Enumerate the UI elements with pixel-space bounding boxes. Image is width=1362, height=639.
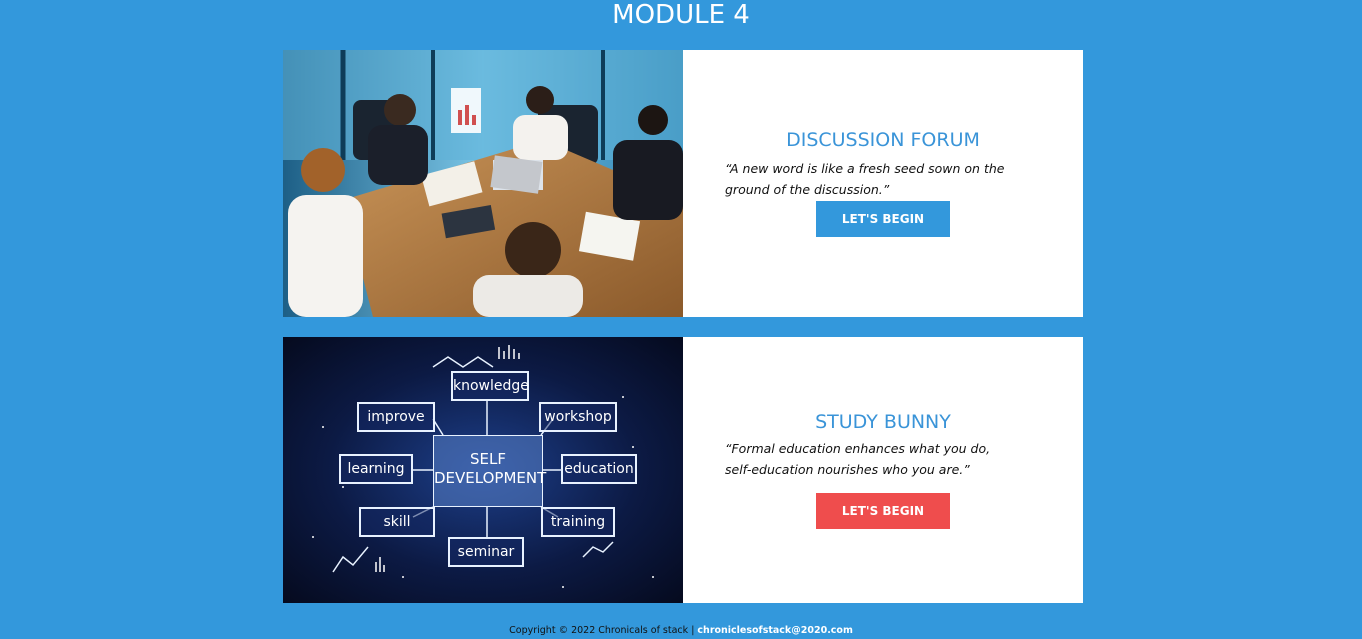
meeting-photo [283,50,683,317]
module-card-discussion-forum: DISCUSSION FORUM “A new word is like a f… [283,50,1083,317]
footer-separator: | [691,625,695,636]
lets-begin-button[interactable]: LET'S BEGIN [816,201,950,237]
diagram-node-learning: learning [339,454,413,484]
diagram-node-improve: improve [357,402,435,432]
footer: Copyright © 2022 Chronicals of stack | c… [0,625,1362,636]
card-quote: “A new word is like a fresh seed sown on… [725,161,1005,197]
diagram-center-self-development: SELF DEVELOPMENT [433,435,546,507]
card-quote: “Formal education enhances what you do, … [725,441,991,477]
self-development-diagram: knowledge improve workshop learning educ… [283,337,683,603]
card-content: DISCUSSION FORUM “A new word is like a f… [683,50,1083,317]
footer-email-link[interactable]: chroniclesofstack@2020.com [697,625,852,636]
diagram-node-workshop: workshop [539,402,617,432]
lets-begin-button[interactable]: LET'S BEGIN [816,493,950,529]
module-card-study-bunny: knowledge improve workshop learning educ… [283,337,1083,603]
card-content: STUDY BUNNY “Formal education enhances w… [683,337,1083,603]
diagram-node-skill: skill [359,507,435,537]
footer-copyright: Copyright © 2022 Chronicals of stack [509,625,689,636]
page-title: MODULE 4 [612,0,750,30]
card-title: DISCUSSION FORUM [786,129,980,151]
diagram-node-education: education [561,454,637,484]
diagram-node-training: training [541,507,615,537]
diagram-node-seminar: seminar [448,537,524,567]
diagram-node-knowledge: knowledge [451,371,529,401]
card-title: STUDY BUNNY [815,411,951,433]
